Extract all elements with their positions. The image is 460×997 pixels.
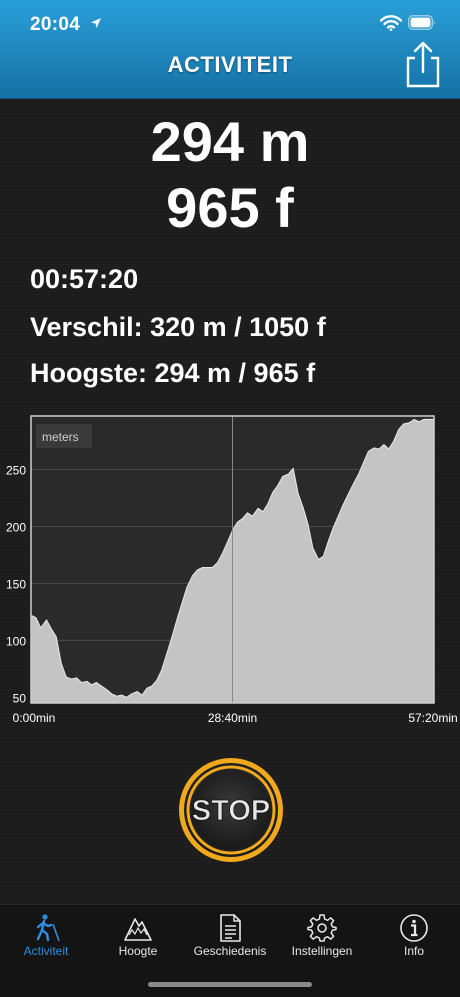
- elevation-chart: meters 50 100 150 200 250 0:00min 28:40min 57:20…: [6, 415, 458, 725]
- home-indicator: [148, 982, 312, 987]
- location-arrow-icon: [91, 18, 101, 28]
- tab-label: Info: [403, 944, 424, 958]
- wifi-icon: [380, 15, 402, 31]
- duration-text: 00:57:20: [30, 264, 139, 294]
- battery-icon: [408, 15, 435, 30]
- tab-info[interactable]: Info: [368, 905, 460, 975]
- info-icon: [400, 914, 428, 942]
- altitude-feet: 965 f: [166, 176, 294, 239]
- chart-y-tick-label: 250: [6, 464, 26, 478]
- tab-label: Activiteit: [23, 944, 69, 958]
- chart-x-tick-label: 28:40min: [208, 711, 257, 725]
- tab-hoogte[interactable]: Hoogte: [92, 905, 184, 975]
- tab-label: Instellingen: [291, 944, 353, 958]
- highest-text: Hoogste: 294 m / 965 f: [30, 358, 316, 388]
- stop-button-label: STOP: [192, 795, 270, 827]
- chart-y-tick-label: 200: [6, 520, 26, 534]
- page-title: ACTIVITEIT: [167, 52, 293, 77]
- difference-text: Verschil: 320 m / 1050 f: [30, 312, 326, 342]
- status-bar: 20:04: [0, 0, 460, 50]
- mountain-icon: [124, 918, 152, 941]
- chart-y-tick-label: 100: [6, 634, 26, 648]
- tab-label: Geschiedenis: [193, 944, 267, 958]
- chart-y-tick-label: 50: [13, 691, 27, 705]
- tab-activiteit[interactable]: Activiteit: [0, 905, 92, 975]
- stop-button[interactable]: STOP: [176, 755, 286, 865]
- tab-geschiedenis[interactable]: Geschiedenis: [184, 905, 276, 975]
- gear-icon: [307, 914, 337, 942]
- share-icon[interactable]: [404, 40, 442, 88]
- header-bar: 20:04 ACTIVITEIT: [0, 0, 460, 99]
- chart-legend-label: meters: [42, 430, 79, 444]
- tab-label: Hoogte: [118, 944, 158, 958]
- document-icon: [220, 914, 241, 942]
- chart-y-tick-label: 150: [6, 577, 26, 591]
- tab-instellingen[interactable]: Instellingen: [276, 905, 368, 975]
- chart-x-tick-label: 57:20min: [408, 711, 457, 725]
- chart-x-tick-label: 0:00min: [13, 711, 56, 725]
- hiker-icon: [36, 914, 60, 942]
- altitude-meters: 294 m: [150, 110, 310, 173]
- status-time: 20:04: [30, 14, 81, 35]
